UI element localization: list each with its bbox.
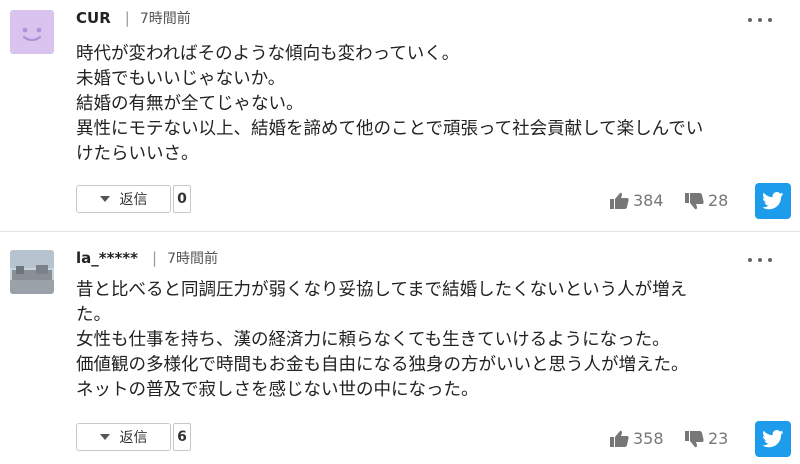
comment-line: 異性にモテない以上、結婚を諦めて他のことで頑張って社会貢献して楽しんでい: [76, 119, 704, 139]
comment-line: けたらいいさ。: [76, 144, 199, 164]
caret-down-icon: [99, 196, 110, 202]
comment-line: 結婚の有無が全てじゃない。: [76, 94, 304, 114]
like-count: 358: [633, 429, 664, 448]
comment-line: 未婚でもいいじゃないか。: [76, 69, 286, 89]
comment-item: CUR | 7時間前 時代が変わればそのような傾向も変わっていく。 未婚でもいいじゃな…: [0, 0, 800, 231]
like-button[interactable]: 384: [610, 191, 664, 210]
caret-down-icon: [99, 434, 110, 440]
dislike-count: 28: [708, 191, 729, 210]
timestamp: 7時間前: [167, 251, 218, 267]
comment-body: 昔と比べると同調圧力が弱くなり妥協してまで結婚したくないという人が増え た。女性も…: [76, 278, 776, 403]
comment-meta: la_***** | 7時間前: [76, 248, 218, 269]
username-link[interactable]: la_*****: [76, 249, 138, 267]
thumbs-down-icon: [685, 192, 704, 209]
comment-meta: CUR | 7時間前: [76, 8, 191, 29]
reply-group: 返信 0: [76, 185, 191, 215]
meta-separator: |: [124, 9, 130, 27]
thumbs-down-icon: [685, 430, 704, 447]
reply-count: 0: [173, 185, 191, 213]
more-menu-icon[interactable]: [748, 255, 772, 265]
reply-label: 返信: [119, 192, 148, 208]
thumbs-up-icon: [610, 192, 629, 209]
twitter-icon: [762, 430, 784, 448]
comment-divider: [0, 231, 800, 232]
comment-line: ネットの普及で寂しさを感じない世の中になった。: [76, 380, 479, 400]
username-link[interactable]: CUR: [76, 9, 111, 27]
comment-line: 価値観の多様化で時間もお金も自由になる独身の方がいいと思う人が増えた。: [76, 355, 689, 375]
reply-button[interactable]: 返信: [76, 423, 171, 451]
comment-line: た。: [76, 305, 111, 325]
comment-item: la_***** | 7時間前 昔と比べると同調圧力が弱くなり妥協してまで結婚したく…: [0, 233, 800, 464]
photo-avatar-icon[interactable]: [10, 250, 54, 294]
dislike-count: 23: [708, 429, 729, 448]
like-count: 384: [633, 191, 664, 210]
smiley-avatar-icon[interactable]: [10, 10, 54, 54]
thumbs-up-icon: [610, 430, 629, 447]
dislike-button[interactable]: 23: [685, 429, 728, 448]
like-button[interactable]: 358: [610, 429, 664, 448]
dislike-button[interactable]: 28: [685, 191, 728, 210]
reply-group: 返信 6: [76, 423, 191, 453]
reply-count: 6: [173, 423, 191, 451]
more-menu-icon[interactable]: [748, 15, 772, 25]
twitter-share-button[interactable]: [755, 421, 791, 457]
comment-line: 時代が変わればそのような傾向も変わっていく。: [76, 44, 460, 64]
meta-separator: |: [152, 249, 158, 267]
reply-label: 返信: [119, 430, 148, 446]
twitter-share-button[interactable]: [755, 183, 791, 219]
twitter-icon: [762, 192, 784, 210]
comment-line: 昔と比べると同調圧力が弱くなり妥協してまで結婚したくないという人が増え: [76, 280, 688, 300]
comment-body: 時代が変わればそのような傾向も変わっていく。 未婚でもいいじゃないか。 結婚の有無が…: [76, 42, 776, 167]
reply-button[interactable]: 返信: [76, 185, 171, 213]
timestamp: 7時間前: [139, 11, 191, 27]
comment-line: 女性も仕事を持ち、漢の経済力に頼らなくても生きていけるようになった。: [76, 330, 670, 350]
